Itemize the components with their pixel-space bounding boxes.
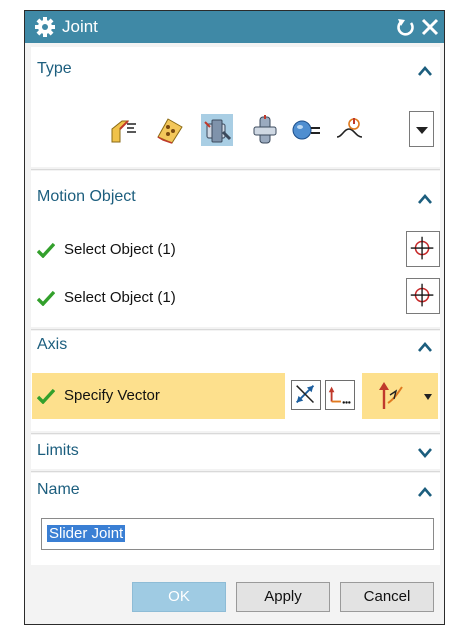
- checkmark-icon: [37, 242, 55, 258]
- chevron-up-icon[interactable]: [418, 194, 432, 204]
- joint-type-dropdown[interactable]: [409, 111, 434, 147]
- joint-name-input[interactable]: Slider Joint: [41, 518, 434, 550]
- chevron-up-icon[interactable]: [418, 342, 432, 352]
- inferred-vector-dropdown[interactable]: [362, 373, 438, 419]
- reverse-direction-button[interactable]: [291, 380, 321, 410]
- select-object-button[interactable]: [406, 231, 440, 267]
- slider-joint-tool[interactable]: [201, 114, 233, 146]
- chevron-down-icon[interactable]: [418, 448, 432, 458]
- cancel-button[interactable]: Cancel: [340, 582, 434, 612]
- ok-button[interactable]: OK: [132, 582, 226, 612]
- vector-dialog-icon: [328, 386, 351, 404]
- close-icon[interactable]: [421, 17, 439, 37]
- title-bar[interactable]: Joint: [25, 11, 444, 43]
- joint-dialog: Joint Type Motion Object Select Object (…: [24, 10, 445, 625]
- axis-section-header[interactable]: Axis: [37, 336, 67, 354]
- screw-joint-icon[interactable]: [334, 115, 364, 145]
- crosshair-icon: [410, 236, 434, 260]
- specify-vector-row[interactable]: Specify Vector: [32, 373, 285, 419]
- chevron-up-icon[interactable]: [418, 487, 432, 497]
- slider-joint-icon: [204, 119, 232, 143]
- type-section-header[interactable]: Type: [37, 60, 72, 78]
- reset-icon[interactable]: [396, 16, 416, 38]
- vector-dialog-button[interactable]: [325, 380, 355, 410]
- limits-section: Limits: [31, 435, 440, 469]
- joint-name-value: Slider Joint: [47, 525, 126, 542]
- section-divider: [31, 433, 440, 434]
- checkmark-icon: [37, 290, 55, 306]
- revolute-joint-icon[interactable]: [108, 115, 138, 145]
- select-object-button[interactable]: [406, 278, 440, 314]
- cylindrical-joint-icon[interactable]: [250, 115, 280, 145]
- inferred-vector-icon: [379, 382, 403, 409]
- reverse-direction-icon: [296, 385, 315, 404]
- select-object-label: Select Object (1): [64, 241, 176, 258]
- select-object-label: Select Object (1): [64, 289, 176, 306]
- chevron-up-icon[interactable]: [418, 66, 432, 76]
- ball-joint-icon[interactable]: [291, 115, 321, 145]
- type-section: Type: [31, 47, 440, 167]
- fixed-joint-icon[interactable]: [154, 115, 184, 145]
- triangle-down-icon: [416, 127, 428, 134]
- motion-object-section: Motion Object Select Object (1) Select O…: [31, 171, 440, 327]
- section-divider: [31, 329, 440, 330]
- section-divider: [31, 471, 440, 472]
- checkmark-icon: [37, 388, 55, 404]
- specify-vector-label: Specify Vector: [64, 387, 160, 404]
- name-section-header[interactable]: Name: [37, 481, 80, 499]
- motion-object-section-header[interactable]: Motion Object: [37, 188, 136, 206]
- limits-section-header[interactable]: Limits: [37, 442, 79, 460]
- section-divider: [31, 169, 440, 170]
- dialog-title: Joint: [62, 17, 98, 36]
- crosshair-icon: [410, 283, 434, 307]
- gear-icon: [35, 17, 55, 37]
- triangle-down-icon: [424, 394, 432, 400]
- apply-button[interactable]: Apply: [236, 582, 330, 612]
